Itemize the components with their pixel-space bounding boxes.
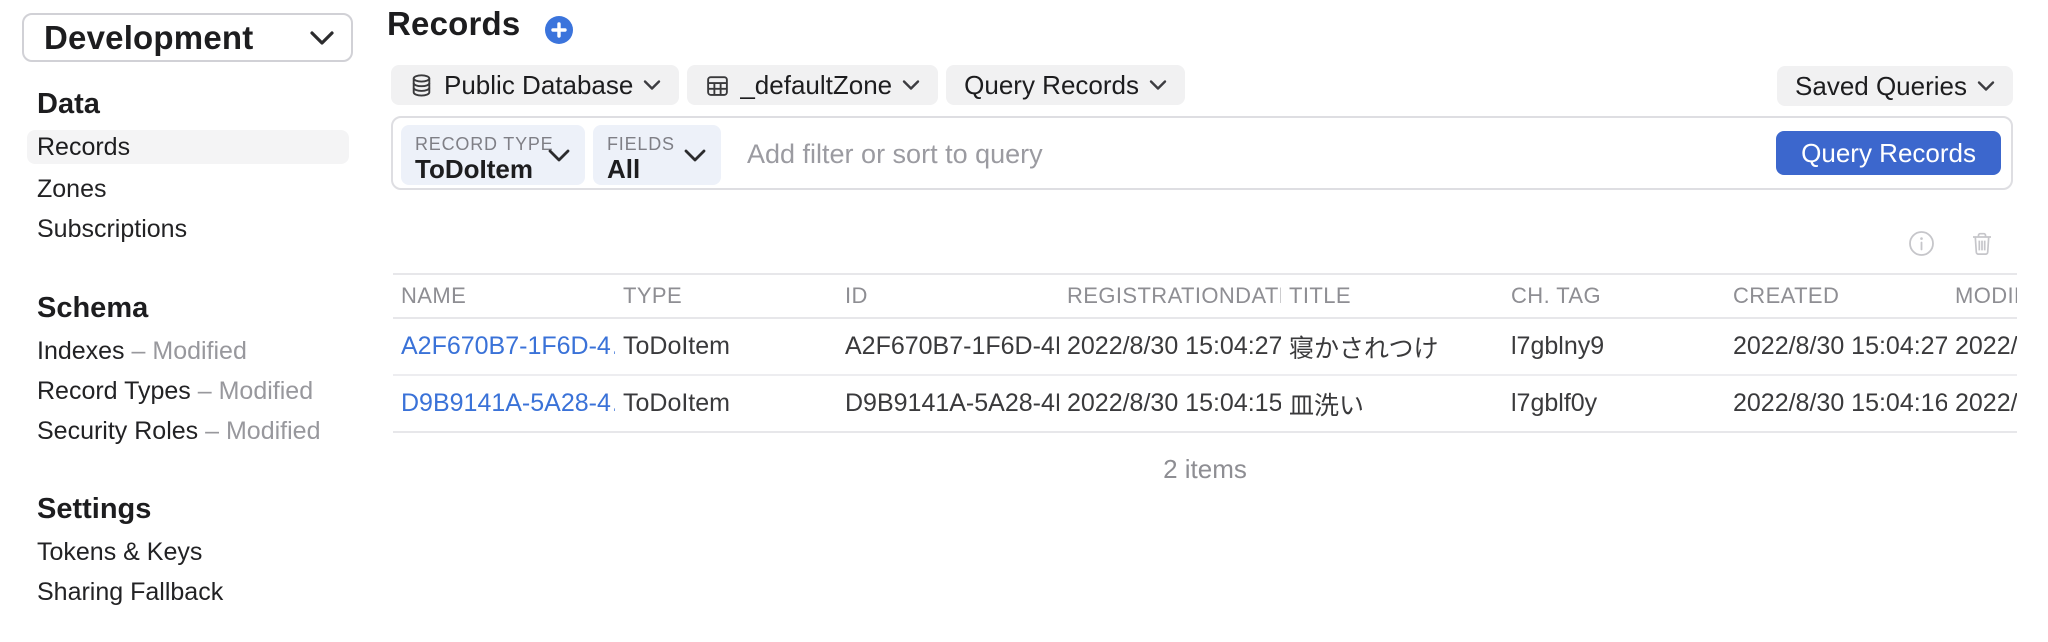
column-header-registrationdate[interactable]: REGISTRATIONDATE <box>1059 283 1281 309</box>
record-name-link[interactable]: A2F670B7-1F6D-4… <box>393 332 615 361</box>
cell-modified: 2022/8 <box>1947 389 2017 418</box>
cloudkit-console: Development Data Records Zones Subscript… <box>0 0 2048 642</box>
table-header-row: NAME TYPE ID REGISTRATIONDATE TITLE CH. … <box>393 273 2017 319</box>
cell-id: D9B9141A-5A28-4E… <box>837 389 1059 418</box>
section-heading-schema: Schema <box>37 291 148 325</box>
chevron-down-icon <box>902 79 920 91</box>
database-select[interactable]: Public Database <box>391 65 679 105</box>
sidebar-item-zones[interactable]: Zones <box>37 172 106 206</box>
column-header-title[interactable]: TITLE <box>1281 283 1503 309</box>
environment-select[interactable]: Development <box>22 13 353 62</box>
chevron-down-icon <box>643 79 661 91</box>
plus-icon <box>545 16 573 44</box>
chevron-down-icon <box>1977 80 1995 92</box>
zone-select[interactable]: _defaultZone <box>687 65 938 105</box>
saved-queries-label: Saved Queries <box>1795 71 1967 102</box>
query-bar: RECORD TYPE ToDoItem FIELDS All Query Re… <box>391 116 2013 190</box>
modified-badge: – Modified <box>198 377 313 405</box>
column-header-type[interactable]: TYPE <box>615 283 837 309</box>
sidebar-item-label: Record Types <box>37 377 191 405</box>
chevron-down-icon <box>547 148 571 163</box>
sidebar-item-records[interactable]: Records <box>27 130 349 164</box>
item-count: 2 items <box>393 454 2017 484</box>
query-records-menu-label: Query Records <box>964 70 1139 101</box>
sidebar-item-sharing-fallback[interactable]: Sharing Fallback <box>37 575 223 609</box>
records-table: NAME TYPE ID REGISTRATIONDATE TITLE CH. … <box>393 273 2017 433</box>
cell-id: A2F670B7-1F6D-4D… <box>837 332 1059 361</box>
cell-ch-tag: l7gblny9 <box>1503 332 1725 361</box>
chevron-down-icon <box>309 30 335 46</box>
query-records-menu[interactable]: Query Records <box>946 65 1185 105</box>
table-row: A2F670B7-1F6D-4… ToDoItem A2F670B7-1F6D-… <box>393 319 2017 376</box>
sidebar-item-security-roles[interactable]: Security Roles – Modified <box>37 414 320 448</box>
cell-type: ToDoItem <box>615 389 837 418</box>
section-heading-data: Data <box>37 87 100 121</box>
column-header-modified[interactable]: MODIF <box>1947 283 2017 309</box>
column-header-created[interactable]: CREATED <box>1725 283 1947 309</box>
saved-queries-menu[interactable]: Saved Queries <box>1777 66 2013 106</box>
sidebar-item-label: Indexes <box>37 337 125 365</box>
sidebar-item-subscriptions[interactable]: Subscriptions <box>37 212 187 246</box>
fields-select[interactable]: FIELDS All <box>593 125 721 185</box>
sidebar-item-indexes[interactable]: Indexes – Modified <box>37 334 247 368</box>
cell-created: 2022/8/30 15:04:16 … <box>1725 389 1947 418</box>
table-tools <box>1908 230 1995 257</box>
zone-select-label: _defaultZone <box>740 70 892 101</box>
database-icon <box>409 73 434 98</box>
cell-type: ToDoItem <box>615 332 837 361</box>
cell-registrationdate: 2022/8/30 15:04:15 … <box>1059 389 1281 418</box>
trash-icon[interactable] <box>1969 230 1995 257</box>
filter-sort-input[interactable] <box>745 126 1649 182</box>
environment-label: Development <box>44 19 253 57</box>
cell-title: 寝かされつけ <box>1281 329 1503 365</box>
modified-badge: – Modified <box>132 337 247 365</box>
cell-title: 皿洗い <box>1281 386 1503 422</box>
table-row: D9B9141A-5A28-4… ToDoItem D9B9141A-5A28-… <box>393 376 2017 433</box>
add-record-button[interactable] <box>545 16 573 44</box>
record-type-select[interactable]: RECORD TYPE ToDoItem <box>401 125 585 185</box>
info-icon[interactable] <box>1908 230 1935 257</box>
modified-badge: – Modified <box>205 417 320 445</box>
cell-registrationdate: 2022/8/30 15:04:27 … <box>1059 332 1281 361</box>
record-name-link[interactable]: D9B9141A-5A28-4… <box>393 389 615 418</box>
sidebar-item-label: Tokens & Keys <box>37 538 202 566</box>
cell-modified: 2022/8 <box>1947 332 2017 361</box>
toolbar: Public Database _defaultZone Query Recor… <box>391 65 1185 105</box>
sidebar-item-label: Subscriptions <box>37 215 187 243</box>
sidebar-item-record-types[interactable]: Record Types – Modified <box>37 374 313 408</box>
sidebar-item-label: Security Roles <box>37 417 198 445</box>
page-title: Records <box>387 2 520 46</box>
sidebar-item-label: Sharing Fallback <box>37 578 223 606</box>
column-header-name[interactable]: NAME <box>393 283 615 309</box>
column-header-ch-tag[interactable]: CH. TAG <box>1503 283 1725 309</box>
query-records-button[interactable]: Query Records <box>1776 131 2001 175</box>
database-select-label: Public Database <box>444 70 633 101</box>
cell-ch-tag: l7gblf0y <box>1503 389 1725 418</box>
chevron-down-icon <box>1149 79 1167 91</box>
sidebar-item-label: Records <box>37 133 130 162</box>
section-heading-settings: Settings <box>37 492 151 526</box>
column-header-id[interactable]: ID <box>837 283 1059 309</box>
chevron-down-icon <box>683 148 707 163</box>
cell-created: 2022/8/30 15:04:27 … <box>1725 332 1947 361</box>
sidebar-item-label: Zones <box>37 175 106 203</box>
zone-grid-icon <box>705 73 730 98</box>
sidebar-item-tokens-keys[interactable]: Tokens & Keys <box>37 535 202 569</box>
